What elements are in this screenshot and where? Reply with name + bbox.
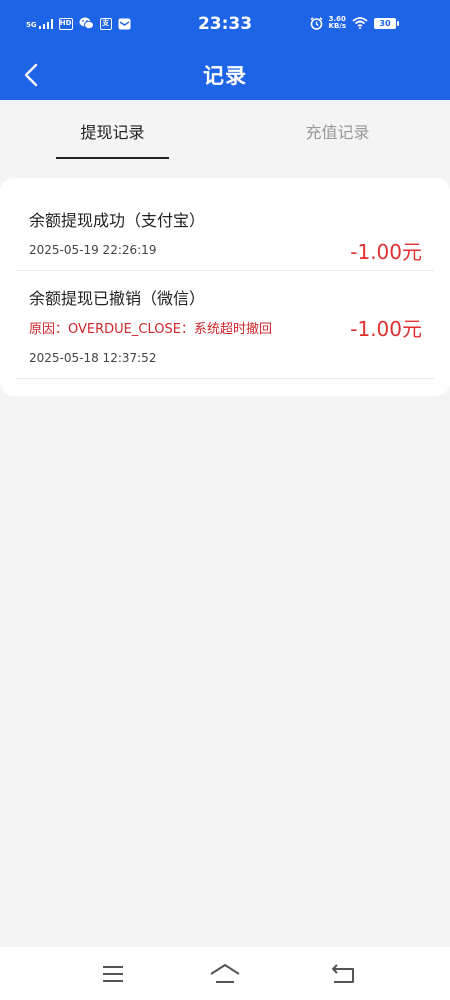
net-speed: 3.60 KB/s: [329, 16, 346, 30]
home-button[interactable]: [208, 961, 242, 987]
wifi-icon: [352, 17, 368, 29]
screen: 5G HD 支 23:33 3.60 KB/s 30 记录 提现记录 充值记录 …: [0, 0, 450, 1000]
record-item[interactable]: 余额提现已撤销（微信） 原因：OVERDUE_CLOSE：系统超时撤回 2025…: [16, 271, 434, 379]
home-icon: [210, 964, 240, 983]
tab-recharge-records[interactable]: 充值记录: [225, 100, 450, 162]
record-item[interactable]: 余额提现成功（支付宝） 2025-05-19 22:26:19 -1.00元: [16, 192, 434, 271]
record-amount: -1.00元: [350, 240, 422, 264]
tab-withdraw-records[interactable]: 提现记录: [0, 100, 225, 162]
record-title: 余额提现已撤销（微信）: [29, 289, 206, 308]
return-button[interactable]: [328, 961, 358, 987]
nav-bar: 记录: [0, 50, 450, 100]
record-reason: 原因：OVERDUE_CLOSE：系统超时撤回: [29, 322, 272, 337]
header: 5G HD 支 23:33 3.60 KB/s 30 记录: [0, 0, 450, 100]
tab-label: 充值记录: [305, 123, 370, 142]
alarm-icon: [310, 16, 323, 30]
status-right: 3.60 KB/s 30: [310, 16, 399, 30]
net-speed-unit: KB/s: [328, 22, 346, 30]
page-title: 记录: [203, 64, 247, 88]
menu-icon: [103, 966, 123, 982]
tab-label: 提现记录: [80, 123, 145, 142]
status-bar: 5G HD 支 23:33 3.60 KB/s 30: [0, 0, 450, 50]
record-time: 2025-05-19 22:26:19: [29, 243, 157, 257]
system-nav-bar: [0, 947, 450, 1000]
record-time: 2025-05-18 12:37:52: [29, 351, 157, 365]
records-card: 余额提现成功（支付宝） 2025-05-19 22:26:19 -1.00元 余…: [0, 178, 450, 396]
tab-active-underline: [56, 157, 169, 159]
record-title: 余额提现成功（支付宝）: [29, 211, 206, 230]
tabs: 提现记录 充值记录: [0, 100, 450, 162]
battery-icon: 30: [374, 17, 399, 29]
menu-button[interactable]: [98, 961, 128, 987]
record-amount: -1.00元: [350, 317, 422, 341]
back-arrow-icon: [332, 964, 354, 983]
